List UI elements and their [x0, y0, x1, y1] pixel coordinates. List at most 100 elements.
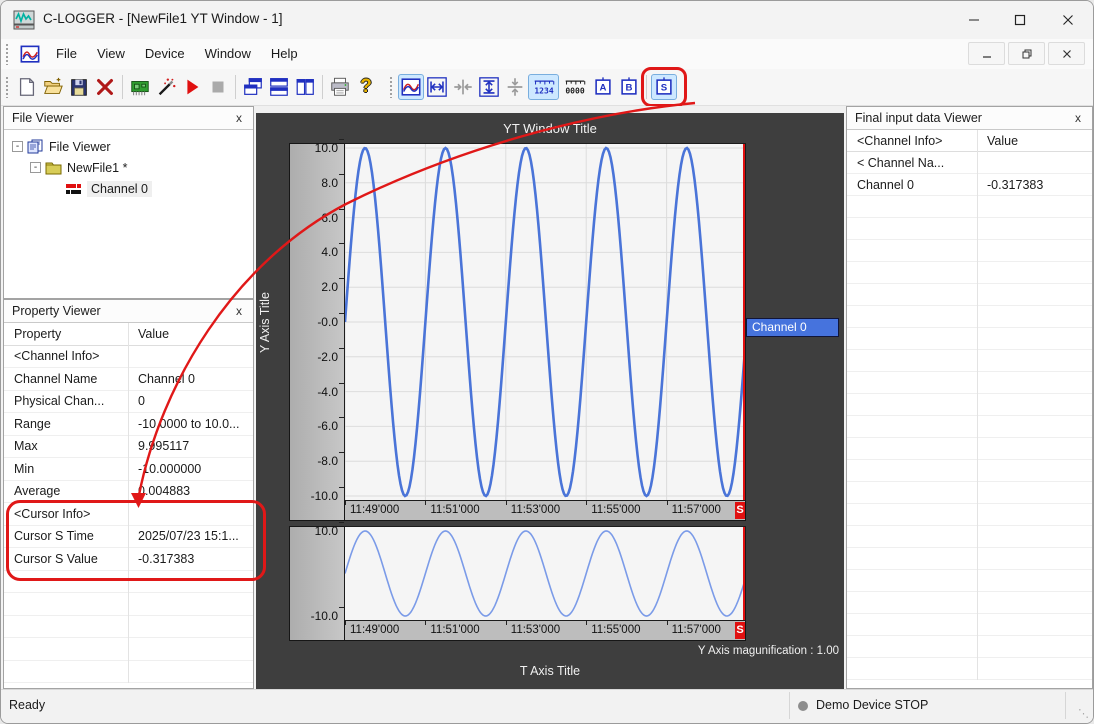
table-row[interactable] — [847, 350, 1092, 372]
menu-help[interactable]: Help — [261, 42, 308, 65]
tree-item-channel-0[interactable]: Channel 0 — [4, 178, 253, 199]
status-bar: Ready Demo Device STOP ⋱ — [1, 689, 1093, 723]
cascade-windows-button[interactable] — [240, 74, 266, 100]
y-tick-mark — [339, 139, 344, 140]
table-row[interactable] — [847, 284, 1092, 306]
menu-file[interactable]: File — [46, 42, 87, 65]
table-row[interactable] — [847, 460, 1092, 482]
main-plot[interactable] — [344, 143, 746, 501]
menubar-grip[interactable] — [5, 43, 10, 65]
tree-item-file-viewer[interactable]: - File Viewer — [4, 136, 253, 157]
table-row[interactable] — [847, 614, 1092, 636]
cell-name: Cursor S Value — [14, 551, 98, 566]
column-header: <Channel Info> — [857, 133, 943, 148]
column-header: Property — [14, 326, 62, 341]
table-row[interactable]: Channel 0 -0.317383 — [847, 174, 1092, 196]
table-row[interactable] — [847, 240, 1092, 262]
yt-window-button[interactable] — [398, 74, 424, 100]
table-row[interactable] — [847, 394, 1092, 416]
final-viewer-close-icon[interactable]: x — [1072, 111, 1084, 125]
tile-vertical-button[interactable] — [292, 74, 318, 100]
save-button[interactable] — [66, 74, 92, 100]
table-row[interactable] — [847, 196, 1092, 218]
cursor-s-marker-overview[interactable]: S — [735, 622, 745, 639]
x-tick-label: 11:49'000 — [350, 504, 400, 516]
close-icon[interactable] — [1045, 1, 1091, 39]
cell-value: -10.0000 to 10.0... — [138, 416, 240, 431]
table-row[interactable] — [847, 438, 1092, 460]
maximize-icon[interactable] — [997, 1, 1043, 39]
device-button[interactable] — [127, 74, 153, 100]
y-tick-label: -2.0 — [317, 349, 338, 364]
cell-name: Min — [14, 461, 35, 476]
x-tick-label: 11:51'000 — [430, 624, 480, 636]
main-x-axis-strip: S 11:49'000 11:51'000 11:53'000 11:55'000 11… — [344, 501, 746, 521]
stop-button[interactable] — [205, 74, 231, 100]
table-row[interactable] — [847, 658, 1092, 680]
tile-horizontal-button[interactable] — [266, 74, 292, 100]
print-button[interactable] — [327, 74, 353, 100]
cursor-s-marker-main[interactable]: S — [735, 502, 745, 519]
status-ready-text: Ready — [9, 698, 46, 712]
scale-0000-button[interactable]: 0000 — [559, 74, 590, 100]
table-row[interactable] — [847, 592, 1092, 614]
status-separator-2 — [1065, 692, 1066, 719]
new-file-button[interactable] — [14, 74, 40, 100]
start-button[interactable] — [179, 74, 205, 100]
menu-items: File View Device Window Help — [46, 45, 308, 63]
table-row[interactable] — [847, 306, 1092, 328]
overview-x-axis-strip: S 11:49'000 11:51'000 11:53'000 11:55'000 11… — [344, 621, 746, 641]
cursor-a-button[interactable]: A — [590, 74, 616, 100]
open-file-button[interactable] — [40, 74, 66, 100]
property-viewer-panel: Property Viewer x Property Value <Channel … — [3, 299, 254, 689]
menu-device[interactable]: Device — [135, 42, 195, 65]
table-row[interactable] — [847, 416, 1092, 438]
mdi-restore-icon[interactable] — [1008, 42, 1045, 65]
y-tick-label: 10.0 — [314, 141, 338, 155]
shrink-vertical-icon — [504, 76, 526, 98]
wizard-button[interactable] — [153, 74, 179, 100]
file-viewer-close-icon[interactable]: x — [233, 111, 245, 125]
table-row[interactable] — [847, 218, 1092, 240]
menu-window[interactable]: Window — [195, 42, 261, 65]
cursor-b-button[interactable]: B — [616, 74, 642, 100]
mdi-minimize-icon[interactable] — [968, 42, 1005, 65]
shrink-vertical-button[interactable] — [502, 74, 528, 100]
table-row[interactable] — [847, 636, 1092, 658]
mdi-close-icon[interactable] — [1048, 42, 1085, 65]
tree-item-newfile1-[interactable]: - NewFile1 * — [4, 157, 253, 178]
table-row[interactable] — [847, 504, 1092, 526]
tree-expander-icon[interactable]: - — [12, 141, 23, 152]
table-row[interactable] — [847, 526, 1092, 548]
x-tick-label: 11:57'000 — [671, 504, 721, 516]
cursor-a-icon: A — [592, 76, 614, 98]
table-row[interactable] — [847, 482, 1092, 504]
fit-vertical-button[interactable] — [476, 74, 502, 100]
table-row[interactable] — [847, 328, 1092, 350]
fit-horizontal-button[interactable] — [424, 74, 450, 100]
help-button[interactable]: ? — [353, 74, 379, 100]
overview-plot[interactable] — [344, 526, 746, 621]
table-row[interactable] — [847, 570, 1092, 592]
shrink-horizontal-button[interactable] — [450, 74, 476, 100]
new-file-icon — [16, 76, 38, 98]
table-row[interactable] — [847, 262, 1092, 284]
table-row[interactable]: < Channel Na... — [847, 152, 1092, 174]
x-tick-label: 11:51'000 — [430, 504, 480, 516]
toolbar-grip-1[interactable] — [5, 76, 10, 98]
channel-badge[interactable]: Channel 0 — [746, 318, 839, 337]
menu-view[interactable]: View — [87, 42, 135, 65]
cell-value: 0 — [138, 394, 145, 409]
scale-1234-button[interactable]: 1234 — [528, 74, 559, 100]
table-row[interactable] — [847, 372, 1092, 394]
x-tick-label: 11:57'000 — [671, 624, 721, 636]
cursor-s-button[interactable]: S — [641, 67, 687, 107]
delete-button[interactable] — [92, 74, 118, 100]
property-viewer-close-icon[interactable]: x — [233, 304, 245, 318]
toolbar-grip-2[interactable] — [389, 76, 394, 98]
resize-grip[interactable]: ⋱ — [1078, 707, 1089, 720]
tree-expander-icon[interactable]: - — [30, 162, 41, 173]
x-tick-mark — [586, 621, 588, 625]
table-row[interactable] — [847, 548, 1092, 570]
minimize-icon[interactable] — [951, 1, 997, 39]
